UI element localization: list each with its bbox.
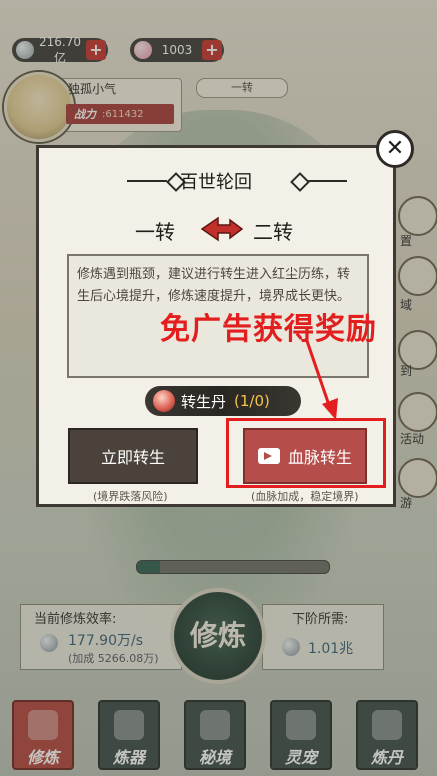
next-turn: 二转 [253, 220, 293, 244]
close-icon[interactable]: ✕ [376, 130, 414, 168]
item-name: 转生丹 [181, 392, 227, 411]
arrow-right-icon [200, 216, 244, 242]
ornament-right-icon [290, 172, 349, 192]
bloodline-rebirth-note: (血脉加成，稳定境界) [251, 490, 359, 503]
dialog-title-row: 百世轮回 [39, 166, 393, 196]
current-turn: 一转 [135, 220, 175, 244]
rebirth-now-label: 立即转生 [100, 448, 165, 467]
rebirth-now-button[interactable]: 立即转生 [68, 428, 198, 484]
item-count: (1/0) [234, 392, 270, 410]
annotation-arrow-icon [304, 337, 338, 420]
ad-free-annotation: 免广告获得奖励 [160, 312, 377, 347]
rebirth-pill-icon [153, 390, 175, 412]
rebirth-now-note: (境界跌落风险) [93, 490, 168, 503]
rebirth-pill-counter: 转生丹 (1/0) [145, 386, 301, 416]
annotation-highlight-box [226, 418, 386, 488]
